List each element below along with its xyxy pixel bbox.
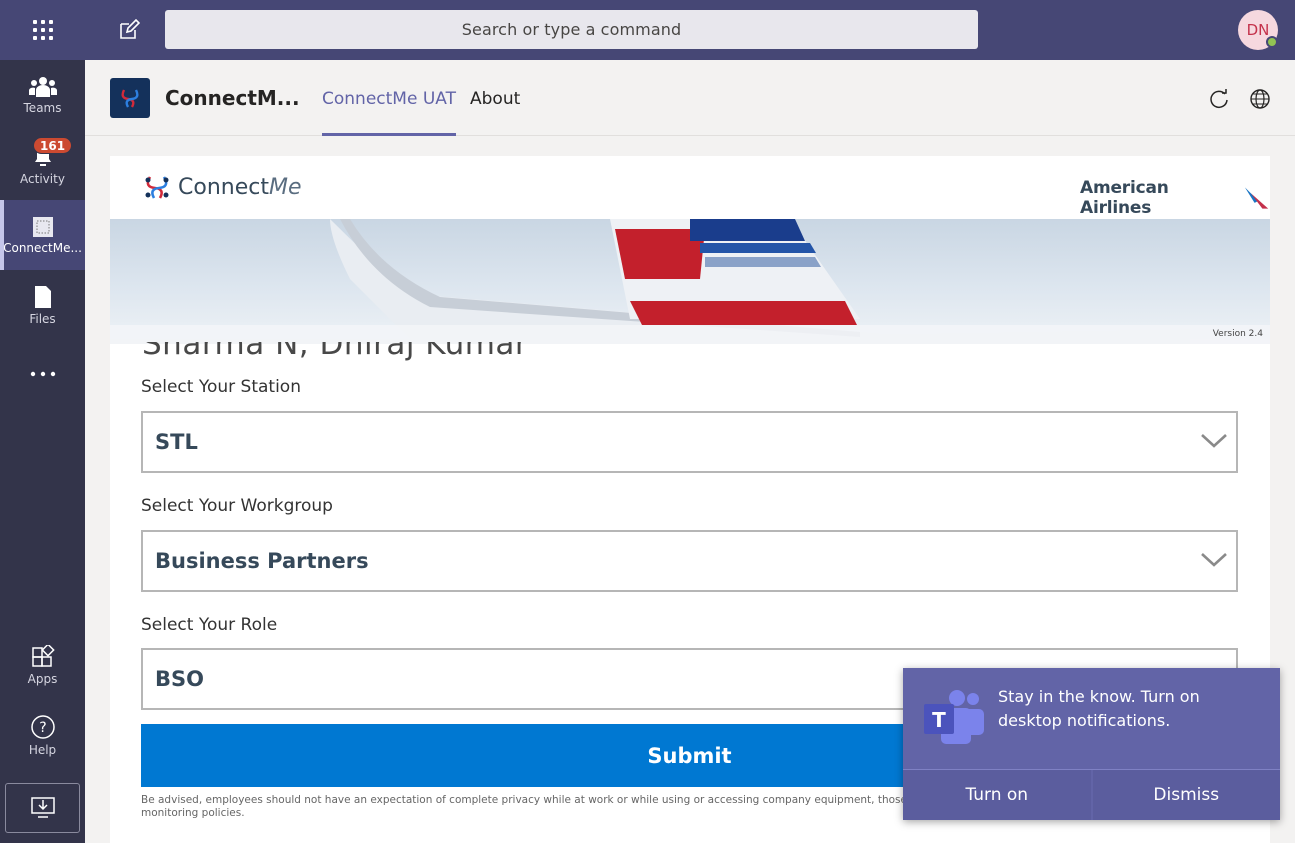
tab-about[interactable]: About — [470, 89, 520, 136]
file-icon — [34, 285, 51, 308]
brand-name: ConnectMe — [178, 174, 302, 200]
teams-icon — [28, 76, 57, 97]
rail-label-connectme: ConnectMe... — [3, 240, 82, 255]
download-app-button[interactable] — [5, 783, 80, 833]
new-chat-icon[interactable] — [118, 19, 140, 41]
more-apps-button[interactable] — [0, 340, 85, 410]
teams-logo-icon: T — [924, 690, 984, 744]
connectme-logo-icon — [121, 89, 139, 108]
connectme-app-logo — [110, 78, 150, 118]
rail-label-help: Help — [28, 742, 57, 757]
aircraft-tail-image — [110, 219, 1270, 344]
rail-item-activity[interactable]: Activity 161 — [0, 130, 85, 200]
top-bar: Search or type a command DN — [0, 0, 1295, 60]
connectme-logo-icon — [145, 176, 169, 199]
role-value: BSO — [155, 667, 204, 691]
app-name: ConnectM... — [165, 86, 300, 110]
american-airlines-logo: American Airlines — [1080, 178, 1270, 218]
search-input[interactable]: Search or type a command — [165, 10, 978, 49]
tail-fin-banner: Version 2.4 — [110, 219, 1270, 344]
rail-label-activity: Activity — [20, 171, 65, 186]
left-rail: Teams Activity 161 ConnectMe... Files Ap… — [0, 60, 85, 843]
avatar[interactable]: DN — [1238, 10, 1278, 50]
download-icon — [30, 797, 55, 818]
globe-icon[interactable] — [1249, 88, 1271, 110]
dismiss-button[interactable]: Dismiss — [1090, 770, 1280, 820]
station-select[interactable]: STL — [141, 411, 1238, 473]
rail-label-files: Files — [29, 311, 56, 326]
station-label: Select Your Station — [141, 377, 301, 397]
toast-message: Stay in the know. Turn on desktop notifi… — [998, 687, 1200, 730]
chevron-down-icon — [1201, 434, 1227, 448]
airline-name: American Airlines — [1080, 178, 1169, 218]
rail-label-teams: Teams — [23, 100, 62, 115]
activity-badge: 161 — [33, 137, 73, 154]
rail-label-apps: Apps — [27, 671, 58, 686]
station-value: STL — [155, 430, 198, 454]
refresh-icon[interactable] — [1208, 88, 1230, 110]
tab-connectme-uat[interactable]: ConnectMe UAT — [322, 89, 456, 136]
more-icon — [30, 371, 55, 376]
rail-item-connectme[interactable]: ConnectMe... — [0, 200, 85, 270]
rail-item-files[interactable]: Files — [0, 270, 85, 340]
turn-on-button[interactable]: Turn on — [903, 770, 1091, 820]
workgroup-value: Business Partners — [155, 549, 369, 573]
brand-header: ConnectMe American Airlines — [110, 156, 1270, 219]
svg-text:T: T — [932, 708, 946, 732]
chevron-down-icon — [1201, 553, 1227, 567]
connectme-brand-logo: ConnectMe — [142, 172, 302, 202]
rail-item-teams[interactable]: Teams — [0, 60, 85, 130]
app-launcher-icon[interactable] — [31, 18, 55, 42]
notification-toast: T Stay in the know. Turn on desktop noti… — [903, 668, 1280, 820]
avatar-initials: DN — [1246, 21, 1270, 39]
toast-actions: Turn on Dismiss — [903, 769, 1280, 820]
flight-symbol-icon — [1244, 187, 1269, 209]
apps-icon — [31, 644, 55, 667]
app-header: ConnectM... ConnectMe UAT About — [85, 60, 1295, 136]
presence-available-icon — [1266, 36, 1278, 48]
rail-item-apps[interactable]: Apps — [0, 630, 85, 700]
rail-item-help[interactable]: ? Help — [0, 700, 85, 770]
role-label: Select Your Role — [141, 615, 278, 635]
workgroup-select[interactable]: Business Partners — [141, 530, 1238, 592]
help-icon: ? — [30, 714, 55, 739]
version-label: Version 2.4 — [1212, 329, 1263, 339]
workgroup-label: Select Your Workgroup — [141, 496, 333, 516]
app-icon — [32, 216, 53, 237]
svg-text:?: ? — [39, 720, 46, 736]
